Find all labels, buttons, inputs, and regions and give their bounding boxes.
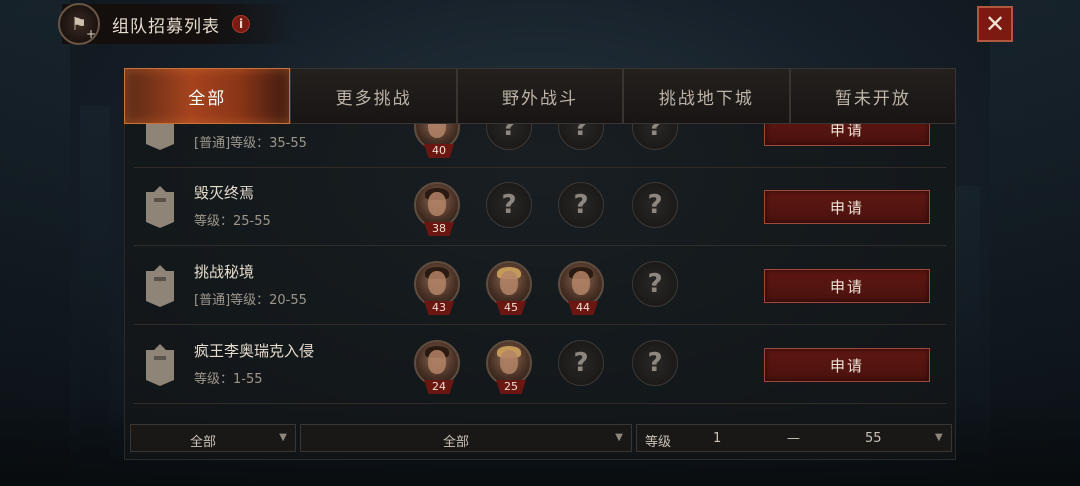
tab-dungeon-challenge[interactable]: 挑战地下城 xyxy=(623,68,790,124)
banner-icon xyxy=(146,344,174,386)
list-item: 疯王李奥瑞克入侵 等级：1-55 24 25 ? ? 申请 xyxy=(134,326,946,404)
category-filter-value: 全部 xyxy=(442,435,469,450)
page-title: 组队招募列表 xyxy=(112,16,220,37)
apply-button[interactable]: 申请 xyxy=(764,124,930,146)
level-min-value[interactable]: 1 xyxy=(713,431,721,446)
banner-icon xyxy=(146,186,174,228)
empty-slot: ? xyxy=(558,340,604,386)
level-max-value[interactable]: 55 xyxy=(865,431,882,446)
team-level: 等级：25-55 xyxy=(194,214,271,229)
member-avatar[interactable]: 38 xyxy=(414,182,460,236)
member-avatar[interactable]: 25 xyxy=(486,340,532,394)
type-filter-value: 全部 xyxy=(189,435,216,450)
list-item: 毁灭终焉 等级：25-55 38 ? ? ? 申请 xyxy=(134,168,946,246)
close-button[interactable]: ✕ xyxy=(977,6,1013,42)
empty-slot: ? xyxy=(558,124,604,150)
banner-icon xyxy=(146,124,174,150)
apply-button[interactable]: 申请 xyxy=(764,348,930,382)
category-filter-dropdown[interactable]: 全部 ▼ xyxy=(300,424,632,452)
filter-bar: 全部 ▼ 全部 ▼ 等级 1 — 55 ▼ xyxy=(130,424,952,452)
team-name: 挑战秘境 xyxy=(194,263,255,281)
info-icon[interactable]: i xyxy=(232,15,250,33)
list-item: [普通]等级：35-55 40 ? ? ? 申请 xyxy=(134,124,946,168)
chevron-down-icon: ▼ xyxy=(615,432,623,443)
empty-slot: ? xyxy=(632,340,678,386)
tab-field-battle[interactable]: 野外战斗 xyxy=(456,68,624,124)
member-level: 40 xyxy=(424,144,454,158)
level-range-filter[interactable]: 等级 1 — 55 ▼ xyxy=(636,424,952,452)
member-level: 38 xyxy=(424,222,454,236)
empty-slot: ? xyxy=(486,182,532,228)
apply-button[interactable]: 申请 xyxy=(764,190,930,224)
team-recruit-icon: ⚑ + xyxy=(58,3,100,45)
category-tabs: 全部 更多挑战 野外战斗 挑战地下城 暂未开放 xyxy=(124,68,957,124)
chevron-down-icon: ▼ xyxy=(935,432,943,443)
member-avatar[interactable]: 44 xyxy=(558,261,604,315)
banner-icon xyxy=(146,265,174,307)
member-level: 45 xyxy=(496,301,526,315)
team-level: [普通]等级：35-55 xyxy=(194,136,307,151)
window-header: ⚑ + 组队招募列表 i xyxy=(58,3,297,45)
team-name: 毁灭终焉 xyxy=(194,184,255,202)
recruit-list[interactable]: [普通]等级：35-55 40 ? ? ? 申请 毁灭终焉 等级：25-55 3… xyxy=(134,124,946,416)
tab-more-challenges[interactable]: 更多挑战 xyxy=(290,68,457,124)
member-avatar[interactable]: 43 xyxy=(414,261,460,315)
tab-all[interactable]: 全部 xyxy=(124,68,291,124)
member-avatar[interactable]: 45 xyxy=(486,261,532,315)
type-filter-dropdown[interactable]: 全部 ▼ xyxy=(130,424,296,452)
empty-slot: ? xyxy=(632,261,678,307)
empty-slot: ? xyxy=(558,182,604,228)
member-avatar[interactable]: 24 xyxy=(414,340,460,394)
member-level: 24 xyxy=(424,380,454,394)
member-avatar[interactable]: 40 xyxy=(414,124,460,158)
team-name: 疯王李奥瑞克入侵 xyxy=(194,342,315,360)
team-level: 等级：1-55 xyxy=(194,372,263,387)
chevron-down-icon: ▼ xyxy=(279,432,287,443)
level-range-label: 等级 xyxy=(645,435,672,450)
list-item: 挑战秘境 [普通]等级：20-55 43 45 44 ? 申请 xyxy=(134,247,946,325)
empty-slot: ? xyxy=(632,182,678,228)
level-range-separator: — xyxy=(787,431,800,446)
team-level: [普通]等级：20-55 xyxy=(194,293,307,308)
member-level: 25 xyxy=(496,380,526,394)
member-level: 43 xyxy=(424,301,454,315)
apply-button[interactable]: 申请 xyxy=(764,269,930,303)
empty-slot: ? xyxy=(632,124,678,150)
empty-slot: ? xyxy=(486,124,532,150)
tab-not-open[interactable]: 暂未开放 xyxy=(789,68,957,124)
member-level: 44 xyxy=(568,301,598,315)
